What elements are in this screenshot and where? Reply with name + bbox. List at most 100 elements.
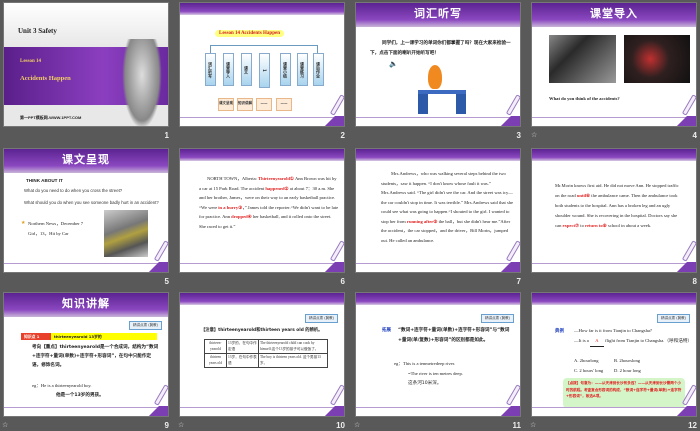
pen-icon — [681, 94, 696, 116]
desk-image — [418, 90, 466, 114]
sub-box-1: 课文呈现 — [218, 98, 234, 111]
pen-icon — [153, 240, 168, 262]
header-bar — [356, 293, 520, 305]
slide-thumbnail-7[interactable]: Mrs.Andrews，who was walking several step… — [355, 148, 521, 273]
slide-thumbnail-11[interactable]: 精讲点拨 (冀教) 拓展 “数词+连字符+量词(单数)+连字符+形容词”与“数词… — [355, 292, 521, 417]
slide-number: 10 — [336, 421, 345, 430]
footer-line — [356, 407, 520, 408]
passage-segment: school in about a week. — [606, 223, 652, 228]
edition-tag: 精讲点拨 (冀教) — [657, 314, 690, 323]
slide-thumbnail-3[interactable]: 词汇听写 同学们，上一课学习的单词你们都掌握了吗？现在大家来检验一下，点击下面的… — [355, 2, 521, 127]
animation-icon: ☆ — [178, 421, 185, 429]
slide-thumbnail-6[interactable]: NORTH TOWN，Alberta: Thirteenyearold① Ann… — [179, 148, 345, 273]
extension-label: 拓展 — [382, 328, 391, 333]
slide-thumbnail-1[interactable]: Unit 3 Safety Lesson 14 Accidents Happen… — [3, 2, 169, 127]
footer-corner — [146, 262, 168, 272]
extension-text: “数词+连字符+量词(单数)+连字符+形容词”与“数词+量词(单/复数)+形容词… — [398, 328, 510, 343]
sub-box-4: —— — [276, 98, 292, 111]
highlighted-phrase: running after⑤ — [406, 218, 438, 224]
slide-thumbnail-5[interactable]: 课文呈现 THINK ABOUT IT What do you need to … — [3, 148, 169, 273]
slide-thumbnail-2[interactable]: Lesson 14 Accidents Happen 词汇听写 课堂导入 课文 … — [179, 2, 345, 127]
footer-line — [180, 117, 344, 118]
slide-title: Unit 3 Safety — [18, 27, 57, 35]
footer-corner — [498, 406, 520, 416]
footer-corner — [674, 262, 696, 272]
highlighted-phrase: dropped④ — [231, 214, 252, 219]
footer-corner — [146, 406, 168, 416]
slide-thumbnail-8[interactable]: Mr.Morin knows first aid. He did not mov… — [531, 148, 697, 273]
table-cell: 13岁，在句中作表语 — [226, 353, 259, 368]
slide-number: 7 — [516, 277, 521, 286]
slide-thumbnail-9[interactable]: 知识讲解 精讲点拨 (冀教) 知识点 1 thirteenyearold 13岁… — [3, 292, 169, 417]
explanation-box: 【点拨】句意为：——从天津到长沙有多远？——从天津到长沙需两个小时的航程。考查复… — [563, 378, 685, 408]
slide-header: 知识讲解 — [4, 293, 168, 317]
news-line-2: Girl，13，Hit by Car — [28, 231, 69, 236]
highlighted-phrase: until⑥ — [576, 193, 591, 198]
comparison-table: thirteen-yearold 13岁的，在句中作定语 The thirtee… — [204, 339, 328, 368]
slide-number: 4 — [692, 131, 697, 140]
example-sentence: eg：He is a thirteenyearold boy. — [32, 383, 92, 388]
table-cell: The thirteenyearold child can cook by hi… — [258, 339, 328, 354]
footer-corner — [322, 406, 344, 416]
question-1: What do you need to do when you cross th… — [24, 188, 123, 193]
example-sentence: eg：This is a tenmetredeep river. — [394, 361, 456, 366]
sub-box-2: 知识讲解 — [237, 98, 253, 111]
passage-text: Mrs.Andrews，who was walking several step… — [381, 169, 516, 245]
lesson-banner: Lesson 14 Accidents Happen — [215, 30, 284, 37]
knowledge-point-label: 知识点 1 — [24, 334, 40, 339]
table-row: thirteen-yearold 13岁的，在句中作定语 The thirtee… — [204, 339, 328, 354]
option-b: B. 2hourslong — [614, 358, 641, 363]
header-bar — [532, 293, 696, 305]
highlighted-phrase: Thirteenyearold① — [258, 176, 295, 181]
question-2: What should you do when you see someone … — [24, 200, 159, 205]
sub-box-3: —— — [256, 98, 272, 111]
animation-icon: ☆ — [531, 131, 538, 139]
bullet-icon: ★ — [21, 220, 26, 226]
lesson-label: Lesson 14 — [20, 59, 41, 64]
slide-thumbnail-10[interactable]: 精讲点拨 (冀教) 【注意】thirteenyearold和thirteen y… — [179, 292, 345, 417]
pen-icon — [329, 240, 344, 262]
passage-text: Mr.Morin knows first aid. He did not mov… — [555, 181, 683, 231]
pen-icon — [681, 240, 696, 262]
slide-thumbnail-12[interactable]: 精讲点拨 (冀教) 典例 —How far is it from Tianjin… — [531, 292, 697, 417]
box-4: 1 — [259, 53, 270, 88]
footer-corner — [674, 406, 696, 416]
pen-icon — [505, 94, 520, 116]
slide-number: 1 — [164, 131, 169, 140]
option-d: D. 2 hour long — [614, 368, 641, 373]
slide-thumbnail-4[interactable]: 课堂导入 What do you think of the accidents? — [531, 2, 697, 127]
footer-corner — [498, 116, 520, 126]
option-a: A. 2hourlong — [574, 358, 599, 363]
footer-line — [356, 263, 520, 264]
footer-line — [532, 117, 696, 118]
footer-text: 第一PPT模板网-WWW.1PPT.COM — [20, 115, 82, 120]
highlighted-phrase: in a hurry③ — [218, 204, 243, 210]
header-bar — [356, 149, 520, 161]
highlighted-phrase: happened② — [265, 185, 289, 191]
question-caption: What do you think of the accidents? — [549, 96, 620, 101]
animation-icon: ☆ — [530, 421, 537, 429]
think-heading: THINK ABOUT IT — [26, 178, 63, 183]
question-text: —It is a — [574, 338, 590, 343]
table-row: thirteen years old 13岁，在句中作表语 The boy is… — [204, 353, 328, 368]
slide-number: 6 — [340, 277, 345, 286]
footer-line — [4, 407, 168, 408]
slide-number: 9 — [164, 421, 169, 430]
question-line-1: —How far is it from Tianjin to Changsha? — [574, 328, 652, 333]
box-1: 词汇听写 — [205, 53, 216, 86]
header-bar — [180, 149, 344, 161]
accident-photo-1 — [549, 35, 616, 83]
note-text: 【注意】thirteenyearold和thirteen years old 的… — [201, 328, 323, 333]
example-label: 典例 — [555, 329, 564, 334]
speaker-icon[interactable]: 🔈 — [389, 60, 398, 68]
slide-number: 12 — [688, 421, 697, 430]
question-text-end: flight from Tianjin to Changsha.（呼和浩特） — [603, 338, 693, 343]
passage-text: NORTH TOWN，Alberta: Thirteenyearold① Ann… — [199, 174, 339, 231]
example-translation: 这条河10米深。 — [408, 381, 442, 386]
box-6: 课堂练习 — [297, 53, 308, 86]
explanation-text: 考向【重点】thirteenyearold是一个合成词，结构为“数词+连字符+量… — [32, 345, 159, 368]
lesson-title: Accidents Happen — [20, 75, 71, 82]
slide-number: 2 — [340, 131, 345, 140]
footer-corner — [322, 116, 344, 126]
table-cell: The boy is thirteen years old. 这个男孩13岁。 — [258, 353, 328, 368]
